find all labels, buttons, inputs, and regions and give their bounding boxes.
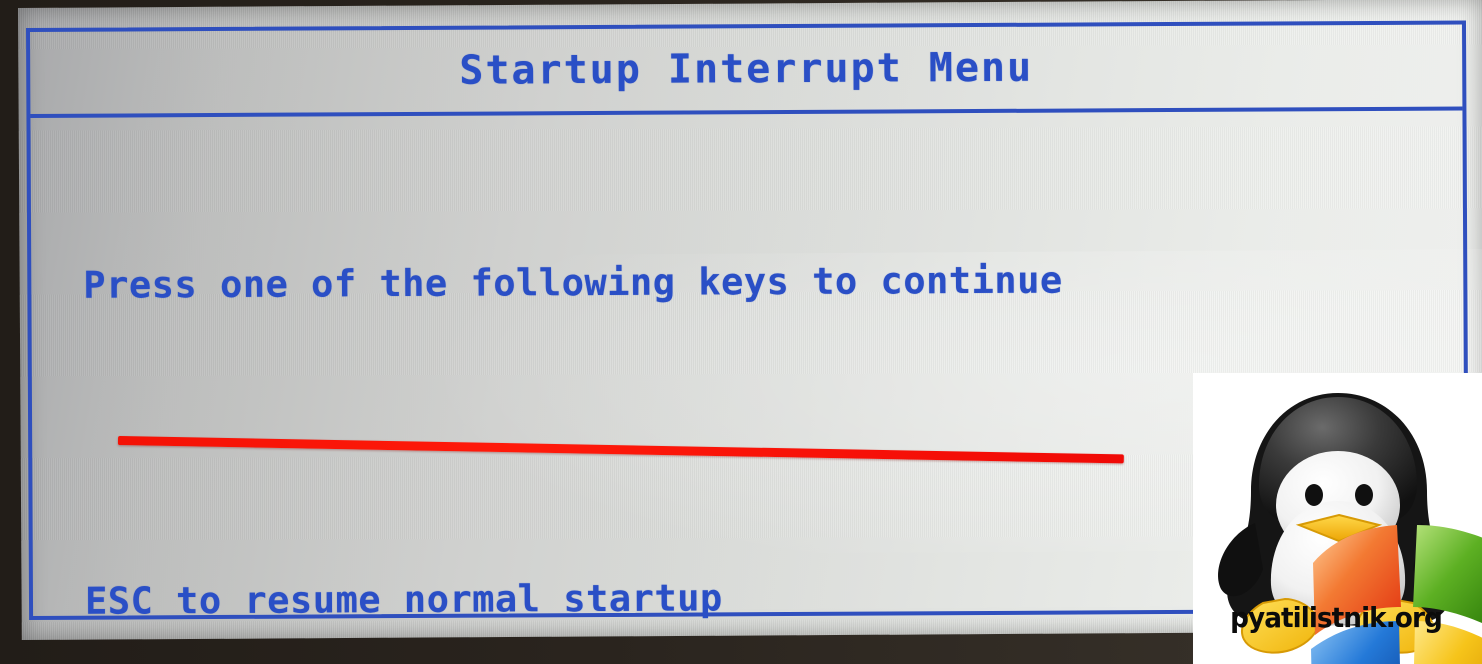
windows-flag — [1311, 525, 1482, 664]
site-watermark: pyatilistnik.org — [1193, 373, 1482, 664]
tux-eye-right — [1355, 484, 1373, 506]
watermark-logo: pyatilistnik.org — [1193, 373, 1482, 664]
watermark-site-label: pyatilistnik.org — [1230, 601, 1443, 634]
title-divider-rule — [30, 106, 1463, 118]
screenshot-root: Startup Interrupt Menu Press one of the … — [0, 0, 1482, 664]
tux-eye-left — [1305, 484, 1323, 506]
